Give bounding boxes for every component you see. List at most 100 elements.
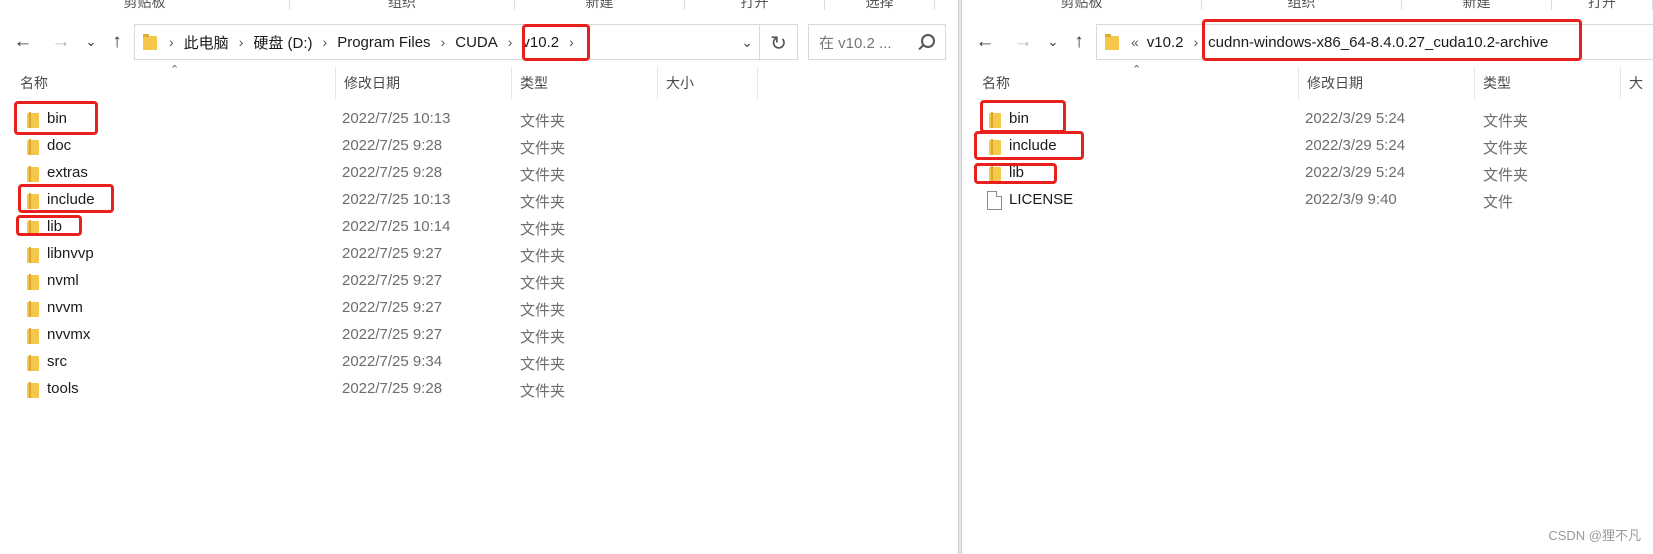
column-type[interactable]: 类型 bbox=[1475, 67, 1621, 99]
item-type: 文件夹 bbox=[520, 356, 566, 373]
list-item[interactable]: nvvm 2022/7/25 9:27 文件夹 bbox=[0, 295, 958, 322]
search-input[interactable]: 在 v10.2 ... bbox=[808, 24, 946, 60]
ribbon-open[interactable]: 打开 bbox=[685, 0, 825, 10]
list-item[interactable]: extras 2022/7/25 9:28 文件夹 bbox=[0, 160, 958, 187]
breadcrumb-v10-2[interactable]: v10.2 bbox=[522, 25, 559, 59]
item-date: 2022/7/25 9:27 bbox=[342, 245, 443, 262]
list-item[interactable]: bin 2022/3/29 5:24 文件夹 bbox=[962, 106, 1653, 133]
folder-icon bbox=[27, 274, 39, 290]
breadcrumb-drive-d[interactable]: 硬盘 (D:) bbox=[253, 25, 312, 59]
forward-arrow-icon[interactable]: → bbox=[1010, 28, 1036, 56]
ribbon-open[interactable]: 打开 bbox=[1552, 0, 1653, 10]
file-icon bbox=[987, 191, 1002, 210]
item-type: 文件夹 bbox=[520, 140, 566, 157]
item-date: 2022/7/25 10:13 bbox=[342, 191, 451, 208]
folder-icon bbox=[27, 220, 39, 236]
left-explorer-window: 剪贴板 组织 新建 打开 选择 ← → ⌄ ↑ › 此电脑 › 硬盘 (D:) … bbox=[0, 0, 958, 554]
ribbon-new[interactable]: 新建 bbox=[1402, 0, 1552, 10]
list-item[interactable]: doc 2022/7/25 9:28 文件夹 bbox=[0, 133, 958, 160]
item-date: 2022/3/9 9:40 bbox=[1305, 191, 1397, 208]
item-type: 文件夹 bbox=[520, 302, 566, 319]
list-item[interactable]: nvvmx 2022/7/25 9:27 文件夹 bbox=[0, 322, 958, 349]
ribbon-new[interactable]: 新建 bbox=[515, 0, 685, 10]
ribbon-clipboard[interactable]: 剪贴板 bbox=[0, 0, 290, 10]
ribbon-organize[interactable]: 组织 bbox=[1202, 0, 1402, 10]
item-type: 文件夹 bbox=[1483, 167, 1529, 184]
item-date: 2022/7/25 9:27 bbox=[342, 299, 443, 316]
folder-icon bbox=[27, 382, 39, 398]
column-header: 名称 ⌃ 修改日期 类型 大 bbox=[962, 64, 1653, 99]
item-date: 2022/7/25 9:28 bbox=[342, 164, 443, 181]
folder-icon bbox=[27, 355, 39, 371]
item-date: 2022/7/25 9:27 bbox=[342, 272, 443, 289]
item-type: 文件夹 bbox=[1483, 113, 1529, 130]
list-item[interactable]: libnvvp 2022/7/25 9:27 文件夹 bbox=[0, 241, 958, 268]
item-type: 文件夹 bbox=[520, 329, 566, 346]
chevron-right-icon[interactable]: › bbox=[167, 34, 184, 50]
address-bar[interactable]: « v10.2 › cudnn-windows-x86_64-8.4.0.27_… bbox=[1096, 24, 1653, 60]
list-item[interactable]: src 2022/7/25 9:34 文件夹 bbox=[0, 349, 958, 376]
folder-icon bbox=[27, 193, 39, 209]
column-date-modified[interactable]: 修改日期 bbox=[1299, 67, 1475, 99]
column-type[interactable]: 类型 bbox=[512, 67, 658, 99]
list-item[interactable]: include 2022/3/29 5:24 文件夹 bbox=[962, 133, 1653, 160]
sort-caret-icon: ⌃ bbox=[170, 64, 180, 76]
search-icon[interactable] bbox=[921, 34, 935, 48]
list-item[interactable]: include 2022/7/25 10:13 文件夹 bbox=[0, 187, 958, 214]
breadcrumb-v10-2[interactable]: v10.2 bbox=[1147, 25, 1184, 59]
address-bar[interactable]: › 此电脑 › 硬盘 (D:) › Program Files › CUDA ›… bbox=[134, 24, 798, 61]
up-arrow-icon[interactable]: ↑ bbox=[1066, 28, 1092, 56]
ribbon-clipboard[interactable]: 剪贴板 bbox=[962, 0, 1202, 10]
address-dropdown-icon[interactable]: ⌄ bbox=[741, 34, 753, 51]
chevron-right-icon[interactable]: › bbox=[1184, 34, 1209, 50]
list-item[interactable]: tools 2022/7/25 9:28 文件夹 bbox=[0, 376, 958, 403]
search-placeholder: 在 v10.2 ... bbox=[819, 34, 892, 52]
sort-caret-icon: ⌃ bbox=[1132, 64, 1142, 76]
recent-dropdown-icon[interactable]: ⌄ bbox=[1040, 28, 1066, 56]
back-arrow-icon[interactable]: ← bbox=[10, 28, 36, 56]
column-size[interactable]: 大 bbox=[1621, 67, 1653, 99]
folder-icon bbox=[27, 328, 39, 344]
list-item[interactable]: LICENSE 2022/3/9 9:40 文件 bbox=[962, 187, 1653, 214]
item-type: 文件夹 bbox=[520, 275, 566, 292]
breadcrumb-cudnn-archive[interactable]: cudnn-windows-x86_64-8.4.0.27_cuda10.2-a… bbox=[1208, 25, 1548, 59]
column-size[interactable]: 大小 bbox=[658, 67, 758, 99]
breadcrumb-this-pc[interactable]: 此电脑 bbox=[184, 25, 229, 59]
chevron-right-icon[interactable]: › bbox=[559, 34, 584, 50]
column-date-modified[interactable]: 修改日期 bbox=[336, 67, 512, 99]
item-type: 文件夹 bbox=[520, 248, 566, 265]
item-name: nvml bbox=[47, 272, 79, 289]
up-arrow-icon[interactable]: ↑ bbox=[104, 28, 130, 56]
item-type: 文件夹 bbox=[520, 221, 566, 238]
item-date: 2022/7/25 10:14 bbox=[342, 218, 451, 235]
folder-icon bbox=[27, 247, 39, 263]
list-item[interactable]: lib 2022/7/25 10:14 文件夹 bbox=[0, 214, 958, 241]
breadcrumb-program-files[interactable]: Program Files bbox=[337, 25, 430, 59]
refresh-icon[interactable]: ↻ bbox=[759, 25, 797, 61]
breadcrumb-overflow-icon[interactable]: « bbox=[1129, 34, 1147, 50]
item-date: 2022/7/25 9:27 bbox=[342, 326, 443, 343]
ribbon-group-labels: 剪贴板 组织 新建 打开 bbox=[962, 0, 1653, 12]
folder-icon bbox=[27, 112, 39, 128]
item-type: 文件夹 bbox=[520, 383, 566, 400]
item-date: 2022/7/25 9:28 bbox=[342, 137, 443, 154]
item-date: 2022/7/25 10:13 bbox=[342, 110, 451, 127]
folder-icon bbox=[27, 139, 39, 155]
breadcrumb-cuda[interactable]: CUDA bbox=[455, 25, 498, 59]
forward-arrow-icon[interactable]: → bbox=[48, 28, 74, 56]
chevron-right-icon[interactable]: › bbox=[229, 34, 254, 50]
ribbon-select[interactable]: 选择 bbox=[825, 0, 935, 10]
recent-dropdown-icon[interactable]: ⌄ bbox=[78, 28, 104, 56]
chevron-right-icon[interactable]: › bbox=[431, 34, 456, 50]
back-arrow-icon[interactable]: ← bbox=[972, 28, 998, 56]
ribbon-group-labels: 剪贴板 组织 新建 打开 选择 bbox=[0, 0, 935, 12]
list-item[interactable]: lib 2022/3/29 5:24 文件夹 bbox=[962, 160, 1653, 187]
list-item[interactable]: bin 2022/7/25 10:13 文件夹 bbox=[0, 106, 958, 133]
folder-icon bbox=[989, 139, 1001, 155]
list-item[interactable]: nvml 2022/7/25 9:27 文件夹 bbox=[0, 268, 958, 295]
chevron-right-icon[interactable]: › bbox=[313, 34, 338, 50]
item-name: doc bbox=[47, 137, 72, 154]
chevron-right-icon[interactable]: › bbox=[498, 34, 523, 50]
folder-icon bbox=[989, 166, 1001, 182]
ribbon-organize[interactable]: 组织 bbox=[290, 0, 515, 10]
